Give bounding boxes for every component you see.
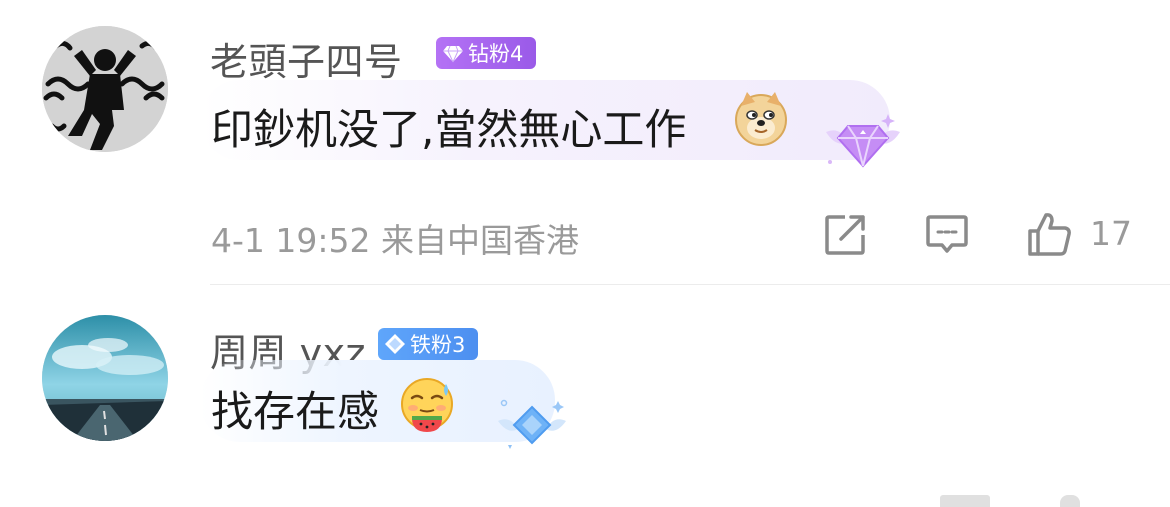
eating-watermelon-emoji-icon	[401, 378, 453, 432]
comment-item: 老頭子四号 钻粉4 印鈔机没了,當然無心工作 4-1 19:52 来自中国香港	[0, 0, 1170, 290]
comment-item: 周周 yxz 铁粉3 找存在感	[0, 290, 1170, 505]
next-row-hint	[940, 495, 990, 507]
avatar[interactable]	[42, 315, 168, 441]
doge-emoji-icon	[735, 92, 787, 146]
thumbs-up-icon[interactable]	[1026, 211, 1072, 257]
comment-meta: 4-1 19:52 来自中国香港	[211, 221, 579, 260]
badge-label: 铁粉3	[410, 333, 466, 357]
comment-icon[interactable]	[924, 211, 970, 257]
avatar-image	[42, 26, 168, 152]
diamond-wings-icon	[498, 399, 566, 449]
username[interactable]: 老頭子四号	[210, 31, 403, 86]
avatar-image	[42, 315, 168, 441]
diamond-wings-icon	[826, 114, 900, 168]
avatar[interactable]	[42, 26, 168, 152]
like-count: 17	[1090, 214, 1132, 253]
comment-text: 找存在感	[211, 387, 380, 436]
next-row-hint	[1060, 495, 1080, 507]
diamond-icon	[385, 334, 405, 354]
divider	[210, 284, 1170, 285]
fan-badge[interactable]: 钻粉4	[436, 37, 536, 69]
badge-label: 钻粉4	[468, 42, 524, 66]
comment-text: 印鈔机没了,當然無心工作	[211, 105, 687, 154]
share-icon[interactable]	[823, 211, 869, 257]
diamond-icon	[443, 45, 463, 63]
fan-badge[interactable]: 铁粉3	[378, 328, 478, 360]
